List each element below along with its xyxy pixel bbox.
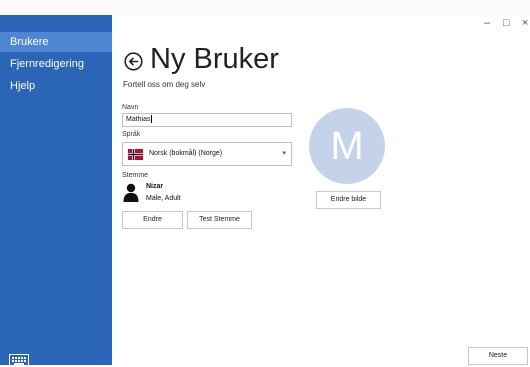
language-dropdown[interactable]: Norsk (bokmål) (Norge) ▾ [122,142,292,166]
name-label: Navn [122,104,139,111]
edit-voice-button[interactable]: Endre [122,211,183,229]
name-field[interactable]: Mathias [122,113,292,127]
page-subtitle: Fortell oss om deg selv [123,80,206,89]
sidebar-item-fjernredigering[interactable]: Fjernredigering [0,54,112,74]
sidebar-item-hjelp[interactable]: Hjelp [0,76,112,96]
change-image-button[interactable]: Endre bilde [316,191,381,209]
sidebar: Brukere Fjernredigering Hjelp [0,15,112,367]
voice-name: Nizar [146,183,164,190]
avatar: M [309,108,385,184]
page-title: Ny Bruker [150,43,279,75]
back-arrow-icon[interactable] [124,52,143,71]
person-icon [123,183,139,202]
chevron-down-icon: ▾ [282,150,286,157]
language-label: Språk [122,131,141,138]
name-field-value: Mathias [126,116,151,123]
voice-description: Male, Adult [146,195,181,202]
next-button[interactable]: Neste [468,347,528,365]
text-cursor [150,115,152,124]
keyboard-icon[interactable] [9,354,29,367]
norway-flag-icon [127,149,144,160]
voice-label: Stemme [122,172,149,179]
language-value: Norsk (bokmål) (Norge) [149,150,223,157]
maximize-icon[interactable]: □ [503,17,510,29]
test-voice-button[interactable]: Test Stemme [187,211,252,229]
minimize-icon[interactable]: – [484,17,490,29]
sidebar-item-brukere[interactable]: Brukere [0,32,112,52]
close-icon[interactable]: × [522,17,528,29]
title-bar [0,0,530,15]
